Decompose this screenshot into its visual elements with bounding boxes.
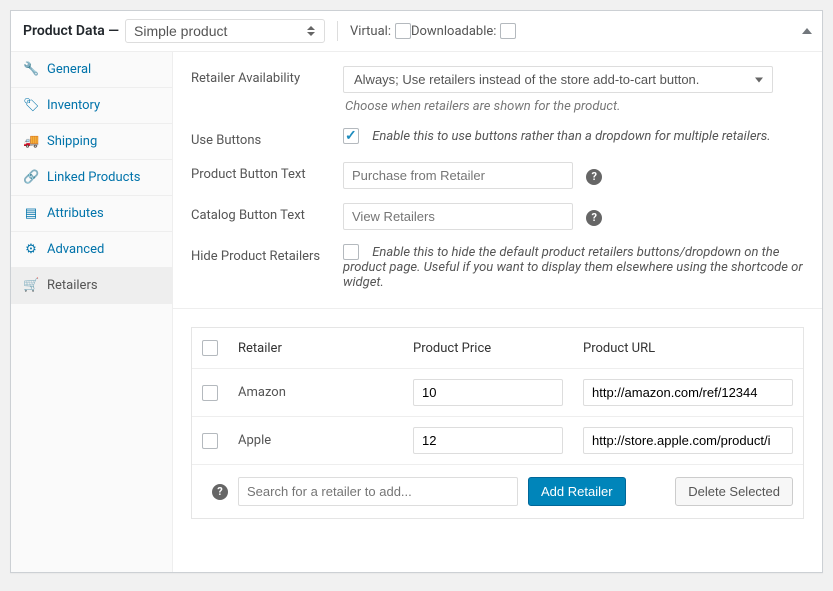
panel-title: Product Data — — [23, 23, 119, 39]
help-icon[interactable]: ? — [586, 210, 602, 226]
col-price: Product Price — [403, 328, 573, 369]
gear-icon: ⚙ — [23, 242, 39, 257]
url-input[interactable] — [583, 379, 793, 406]
link-icon: 🔗 — [23, 170, 39, 185]
product-button-input[interactable] — [343, 162, 573, 189]
virtual-checkbox[interactable] — [395, 23, 411, 39]
tag-icon: 🏷 — [23, 98, 39, 113]
sidebar: 🔧 General 🏷 Inventory 🚚 Shipping 🔗 Linke… — [11, 52, 173, 572]
help-icon[interactable]: ? — [212, 484, 228, 500]
url-input[interactable] — [583, 427, 793, 454]
price-input[interactable] — [413, 427, 563, 454]
catalog-button-label: Catalog Button Text — [191, 203, 343, 223]
col-retailer: Retailer — [228, 328, 403, 369]
retailer-name: Apple — [228, 417, 403, 465]
sidebar-item-shipping[interactable]: 🚚 Shipping — [11, 124, 172, 160]
sidebar-item-label: Linked Products — [47, 170, 140, 185]
cart-icon: 🛒 — [23, 278, 39, 293]
table-row: Apple — [192, 417, 803, 465]
downloadable-label: Downloadable: — [411, 24, 496, 39]
sidebar-item-general[interactable]: 🔧 General — [11, 52, 172, 88]
product-type-select[interactable]: Simple product — [125, 19, 325, 43]
price-input[interactable] — [413, 379, 563, 406]
list-icon: ▤ — [23, 206, 39, 221]
truck-icon: 🚚 — [23, 134, 39, 149]
panel-header: Product Data — Simple product Virtual: D… — [11, 11, 822, 52]
separator — [337, 21, 338, 41]
availability-select[interactable]: Always; Use retailers instead of the sto… — [343, 66, 773, 93]
hide-retailers-checkbox[interactable] — [343, 244, 359, 260]
content-area: Retailer Availability Always; Use retail… — [173, 52, 822, 572]
sidebar-item-attributes[interactable]: ▤ Attributes — [11, 196, 172, 232]
use-buttons-checkbox[interactable] — [343, 128, 359, 144]
collapse-icon[interactable] — [802, 28, 812, 34]
sidebar-item-label: Shipping — [47, 134, 97, 149]
use-buttons-label: Use Buttons — [191, 128, 343, 148]
hide-retailers-label: Hide Product Retailers — [191, 244, 343, 264]
downloadable-checkbox[interactable] — [500, 23, 516, 39]
delete-selected-button[interactable]: Delete Selected — [675, 477, 793, 506]
row-checkbox[interactable] — [202, 433, 218, 449]
sidebar-item-label: Advanced — [47, 242, 104, 257]
col-url: Product URL — [573, 328, 803, 369]
virtual-label: Virtual: — [350, 24, 391, 39]
hide-retailers-text: Enable this to hide the default product … — [343, 245, 803, 291]
availability-hint: Choose when retailers are shown for the … — [343, 99, 804, 114]
select-all-checkbox[interactable] — [202, 340, 218, 356]
help-icon[interactable]: ? — [586, 169, 602, 185]
product-data-panel: Product Data — Simple product Virtual: D… — [10, 10, 823, 573]
table-row: Amazon — [192, 369, 803, 417]
retailer-search-input[interactable] — [238, 477, 518, 506]
sidebar-item-label: General — [47, 62, 91, 77]
add-retailer-button[interactable]: Add Retailer — [528, 477, 626, 506]
sidebar-item-inventory[interactable]: 🏷 Inventory — [11, 88, 172, 124]
use-buttons-text: Enable this to use buttons rather than a… — [372, 129, 770, 144]
sidebar-item-label: Inventory — [47, 98, 100, 113]
retailer-name: Amazon — [228, 369, 403, 417]
product-button-label: Product Button Text — [191, 162, 343, 182]
sidebar-item-retailers[interactable]: 🛒 Retailers — [11, 268, 172, 304]
divider — [173, 308, 822, 309]
retailers-table-box: Retailer Product Price Product URL Amazo… — [191, 327, 804, 519]
sidebar-item-advanced[interactable]: ⚙ Advanced — [11, 232, 172, 268]
retailers-footer: ? Add Retailer Delete Selected — [192, 465, 803, 518]
catalog-button-input[interactable] — [343, 203, 573, 230]
sidebar-item-linked-products[interactable]: 🔗 Linked Products — [11, 160, 172, 196]
row-checkbox[interactable] — [202, 385, 218, 401]
wrench-icon: 🔧 — [23, 62, 39, 77]
sidebar-item-label: Attributes — [47, 206, 104, 221]
availability-label: Retailer Availability — [191, 66, 343, 86]
sidebar-item-label: Retailers — [47, 278, 98, 293]
